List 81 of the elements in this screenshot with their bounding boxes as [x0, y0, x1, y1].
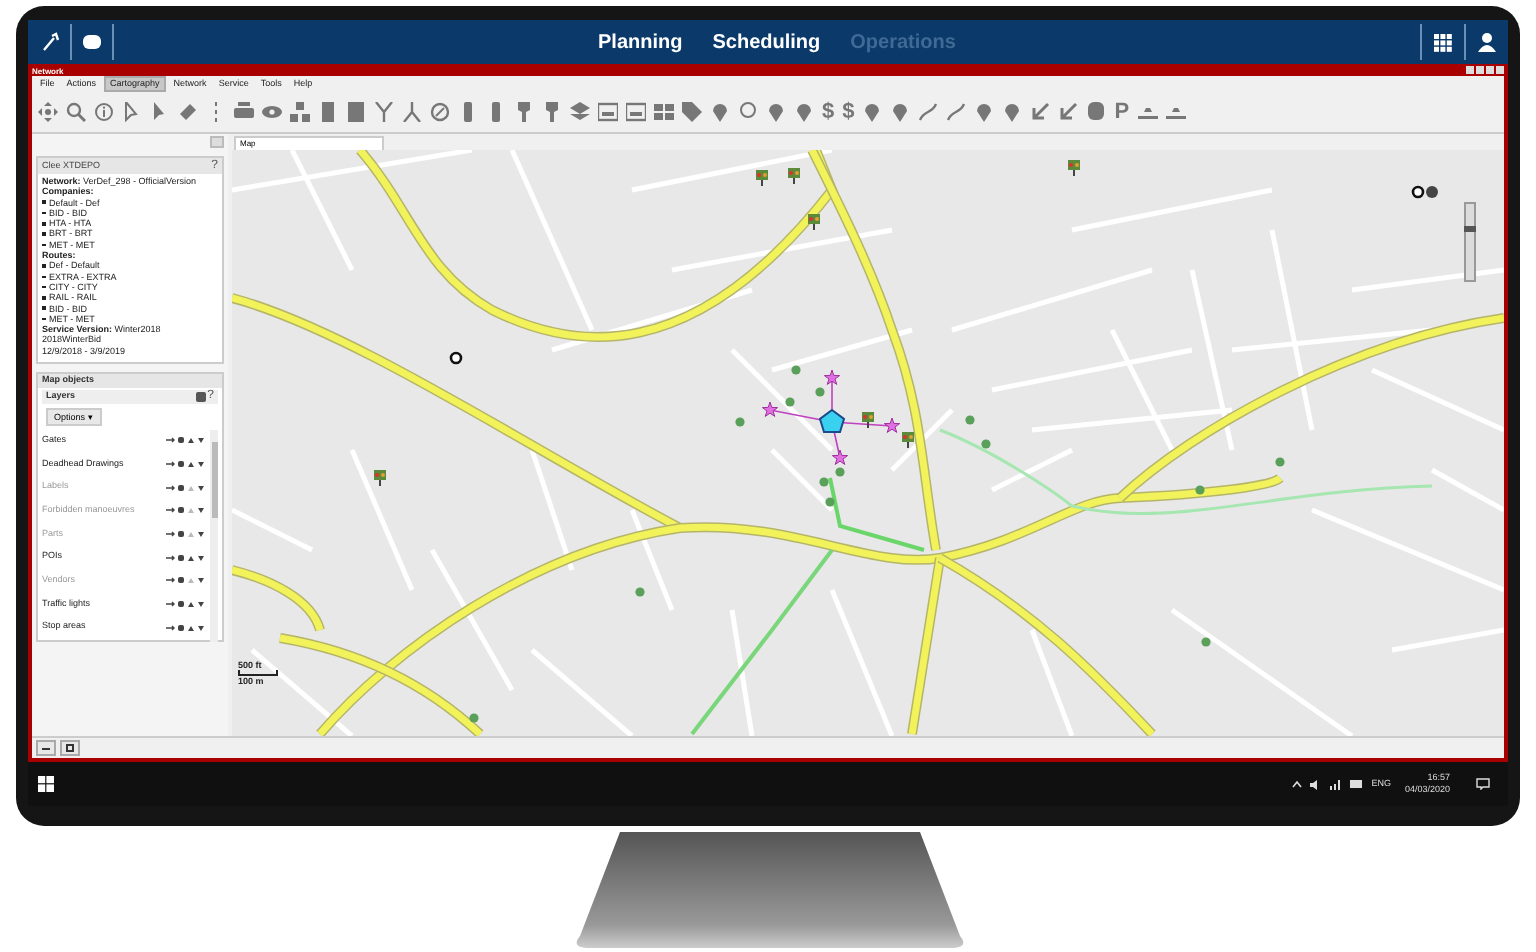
stop-dot-icon[interactable] [815, 387, 825, 397]
stop-dot-icon[interactable] [825, 497, 835, 507]
route-icon[interactable] [946, 102, 967, 122]
arrow-icon[interactable] [1058, 102, 1079, 122]
user-icon[interactable] [1478, 32, 1496, 52]
windows-start-icon[interactable] [38, 776, 54, 792]
align-icon[interactable] [1165, 102, 1186, 122]
dollar-symbol[interactable]: $ [842, 102, 855, 122]
align-icon[interactable] [1137, 102, 1158, 122]
scrollbar-thumb[interactable] [211, 441, 217, 517]
stop-dot-icon[interactable] [965, 415, 975, 425]
layer-controls-icon[interactable] [166, 483, 206, 492]
star-marker-icon[interactable] [823, 369, 841, 385]
layer-controls-icon[interactable] [166, 530, 206, 539]
restore-button[interactable] [60, 740, 80, 756]
info-icon[interactable] [94, 102, 114, 122]
layer-controls-icon[interactable] [166, 553, 206, 562]
move-icon[interactable] [38, 102, 58, 122]
layer-controls-icon[interactable] [166, 436, 206, 445]
layer-controls-icon[interactable] [166, 600, 206, 609]
pin-icon[interactable] [542, 102, 562, 122]
pin-icon[interactable] [514, 102, 534, 122]
map-marker-icon[interactable] [1002, 102, 1023, 122]
arrow-icon[interactable] [1030, 102, 1051, 122]
eye-icon[interactable] [262, 102, 282, 122]
layer-controls-icon[interactable] [166, 460, 206, 469]
grid-icon[interactable] [654, 102, 674, 122]
scale-bar [238, 670, 278, 676]
print-icon[interactable] [234, 102, 254, 122]
stop-dot-icon[interactable] [785, 397, 795, 407]
stop-dot-icon[interactable] [835, 467, 845, 477]
map-marker-icon[interactable] [794, 102, 814, 122]
layer-controls-icon[interactable] [166, 506, 206, 515]
stop-dot-icon[interactable] [791, 365, 801, 375]
eraser-icon[interactable] [178, 102, 198, 122]
layer-controls-icon[interactable] [166, 623, 206, 632]
parking-symbol[interactable]: P [1114, 102, 1130, 122]
zoom-icon[interactable] [66, 102, 86, 122]
stop-dot-icon[interactable] [635, 587, 645, 597]
stop-dot-icon[interactable] [1275, 457, 1285, 467]
star-marker-icon[interactable] [831, 449, 849, 465]
stop-dot-icon[interactable] [1201, 637, 1211, 647]
dollar-symbol[interactable]: $ [822, 102, 835, 122]
layers-icon[interactable] [570, 102, 590, 122]
speaker-icon[interactable] [1309, 779, 1322, 789]
location-marker-icon[interactable] [449, 351, 463, 365]
depot-pentagon-icon[interactable] [818, 408, 846, 433]
stop-dot-icon[interactable] [735, 417, 745, 427]
star-marker-icon[interactable] [761, 401, 779, 417]
panel-icon[interactable] [626, 102, 646, 122]
chevron-up-icon[interactable] [1291, 780, 1302, 788]
fork-icon[interactable] [374, 102, 394, 122]
wrench-icon[interactable] [40, 32, 60, 52]
layer-controls-icon[interactable] [166, 576, 206, 585]
merge-icon[interactable] [402, 102, 422, 122]
compass-icon[interactable] [430, 102, 450, 122]
battery-icon[interactable] [1349, 780, 1364, 788]
zoom-slider-thumb[interactable] [1464, 225, 1476, 231]
notification-icon[interactable] [1476, 778, 1490, 790]
grid-menu-icon[interactable] [1434, 33, 1452, 51]
tag-icon[interactable] [682, 102, 702, 122]
map-marker-icon[interactable] [766, 102, 786, 122]
panel-icon[interactable] [598, 102, 618, 122]
stop-dot-icon[interactable] [981, 439, 991, 449]
settings-icon[interactable] [195, 391, 206, 402]
stop-dot-icon[interactable] [1195, 485, 1205, 495]
scrollbar[interactable] [210, 429, 218, 641]
nav-tab[interactable]: Planning [598, 27, 683, 57]
map-marker-icon[interactable] [890, 102, 911, 122]
zoom-slider[interactable] [1464, 202, 1476, 282]
map-marker-icon[interactable] [974, 102, 995, 122]
stop-dot-icon[interactable] [469, 713, 479, 723]
map-marker-icon[interactable] [862, 102, 883, 122]
stop-dot-icon[interactable] [819, 477, 829, 487]
network-icon[interactable] [1329, 779, 1342, 789]
location-marker-icon[interactable] [1411, 185, 1425, 199]
nav-tab[interactable]: Scheduling [712, 27, 821, 57]
route-icon[interactable] [918, 102, 939, 122]
map-marker-icon[interactable] [710, 102, 730, 122]
star-marker-icon[interactable] [883, 417, 901, 433]
minimize-button[interactable] [36, 740, 56, 756]
